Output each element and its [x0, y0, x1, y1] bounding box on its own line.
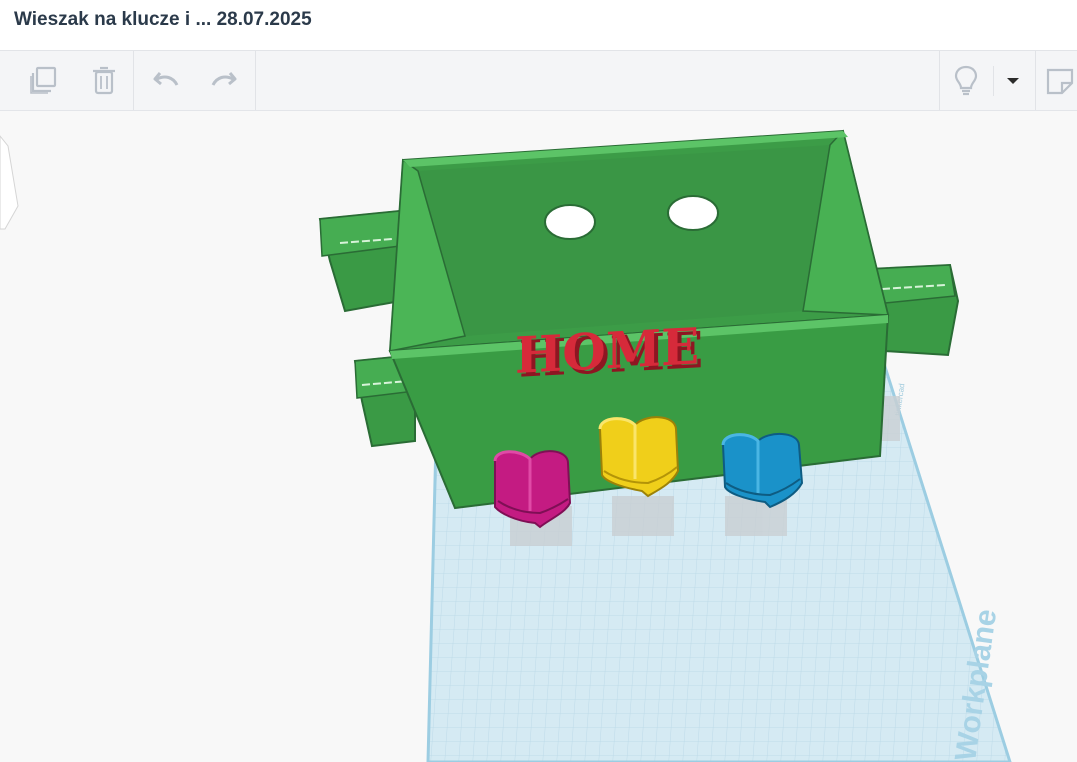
- 3d-viewport[interactable]: Workplane tinkercad: [0, 111, 1077, 762]
- undo-icon[interactable]: [146, 60, 186, 100]
- lightbulb-icon[interactable]: [946, 60, 986, 100]
- dropdown-caret-icon[interactable]: [990, 60, 1030, 100]
- edit-toolbar: [0, 51, 1077, 111]
- top-bar: Wieszak na klucze i ... 28.07.2025: [0, 0, 1077, 51]
- left-rail-top[interactable]: [318, 209, 401, 313]
- note-icon[interactable]: [1040, 60, 1077, 100]
- mount-hole-right: [667, 195, 719, 231]
- redo-icon[interactable]: [204, 60, 244, 100]
- delete-icon[interactable]: [84, 60, 124, 100]
- view-cube[interactable]: [0, 135, 19, 230]
- design-title[interactable]: Wieszak na klucze i ... 28.07.2025: [14, 9, 312, 31]
- heart-hook-magenta[interactable]: [493, 450, 572, 529]
- scene-canvas[interactable]: Workplane tinkercad: [0, 111, 1077, 762]
- mount-hole-left: [544, 204, 596, 240]
- home-text-3d[interactable]: HOME HOME: [515, 316, 703, 388]
- home-text: HOME: [515, 316, 699, 385]
- copy-icon[interactable]: [24, 60, 64, 100]
